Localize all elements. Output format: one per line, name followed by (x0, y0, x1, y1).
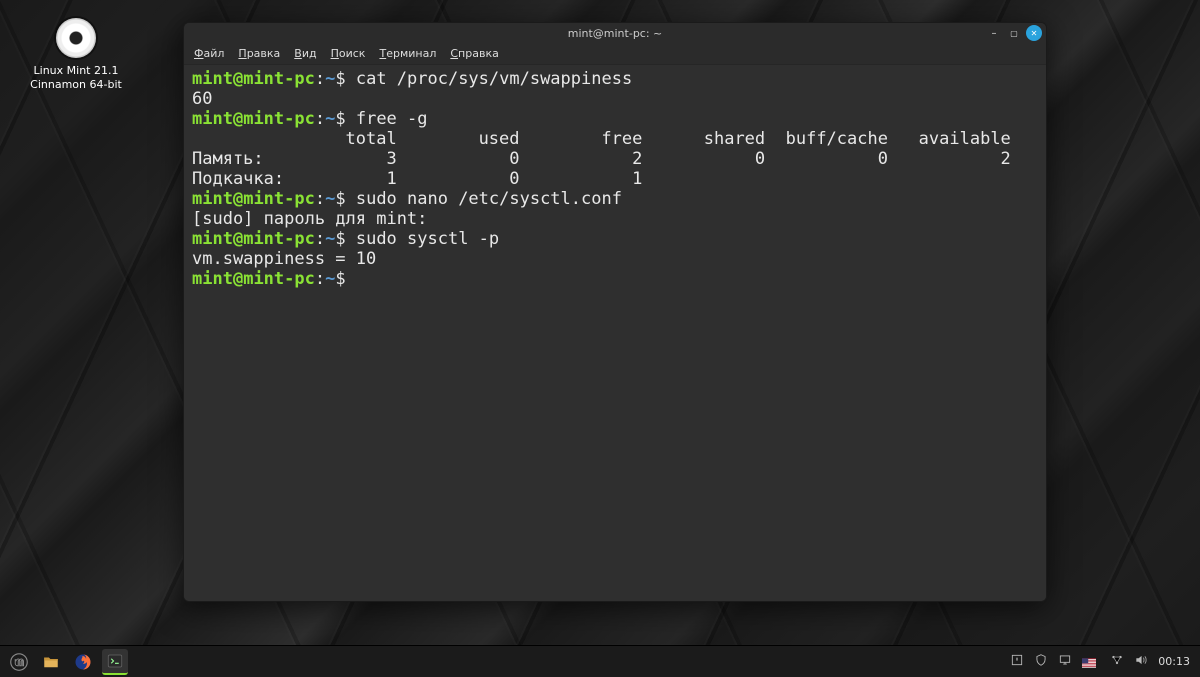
taskbar: 00:13 (0, 645, 1200, 677)
terminal-body[interactable]: mint@mint-pc:~$ cat /proc/sys/vm/swappin… (184, 65, 1046, 601)
free-header: total used free shared buff/cache availa… (192, 129, 1011, 149)
menu-view[interactable]: Вид (294, 47, 316, 60)
firefox-icon (74, 653, 92, 671)
menu-help[interactable]: Справка (450, 47, 498, 60)
menu-edit[interactable]: Правка (238, 47, 280, 60)
tray-volume-icon[interactable] (1134, 653, 1148, 670)
desktop-icon-installer[interactable]: Linux Mint 21.1 Cinnamon 64-bit (30, 18, 122, 92)
desktop-icon-label: Linux Mint 21.1 Cinnamon 64-bit (30, 64, 122, 92)
command-4: sudo sysctl -p (356, 229, 499, 249)
tray-shield-icon[interactable] (1034, 653, 1048, 670)
tray-updates-icon[interactable] (1010, 653, 1024, 670)
free-swap-row: Подкачка: 1 0 1 (192, 169, 642, 189)
window-minimize-button[interactable] (986, 25, 1002, 41)
window-close-button[interactable] (1026, 25, 1042, 41)
window-titlebar[interactable]: mint@mint-pc: ~ (184, 23, 1046, 43)
output-4: vm.swappiness = 10 (192, 249, 376, 269)
folder-icon (42, 653, 60, 671)
tray-clock[interactable]: 00:13 (1158, 655, 1190, 668)
window-controls (986, 25, 1042, 41)
command-2: free -g (356, 109, 428, 129)
terminal-icon (106, 652, 124, 670)
window-title: mint@mint-pc: ~ (568, 27, 663, 40)
window-menubar: Файл Правка Вид Поиск Терминал Справка (184, 43, 1046, 65)
taskbar-firefox-button[interactable] (70, 649, 96, 675)
tray-display-icon[interactable] (1058, 653, 1072, 670)
prompt-path: ~ (325, 69, 335, 89)
output-1: 60 (192, 89, 212, 109)
prompt-host: mint-pc (243, 69, 315, 89)
menu-terminal[interactable]: Терминал (379, 47, 436, 60)
tray-keyboard-layout-icon[interactable] (1082, 656, 1100, 668)
taskbar-files-button[interactable] (38, 649, 64, 675)
window-maximize-button[interactable] (1006, 25, 1022, 41)
menu-file[interactable]: Файл (194, 47, 224, 60)
free-mem-row: Память: 3 0 2 0 0 2 (192, 149, 1011, 169)
taskbar-terminal-button[interactable] (102, 649, 128, 675)
menu-search[interactable]: Поиск (331, 47, 366, 60)
sudo-prompt: [sudo] пароль для mint: (192, 209, 427, 229)
command-1: cat /proc/sys/vm/swappiness (356, 69, 632, 89)
mint-logo-icon (10, 653, 28, 671)
tray-network-icon[interactable] (1110, 653, 1124, 670)
terminal-window: mint@mint-pc: ~ Файл Правка Вид Поиск Те… (183, 22, 1047, 602)
prompt-user: mint (192, 69, 233, 89)
start-menu-button[interactable] (6, 649, 32, 675)
disc-icon (56, 18, 96, 58)
command-3: sudo nano /etc/sysctl.conf (356, 189, 622, 209)
system-tray: 00:13 (1010, 653, 1194, 670)
